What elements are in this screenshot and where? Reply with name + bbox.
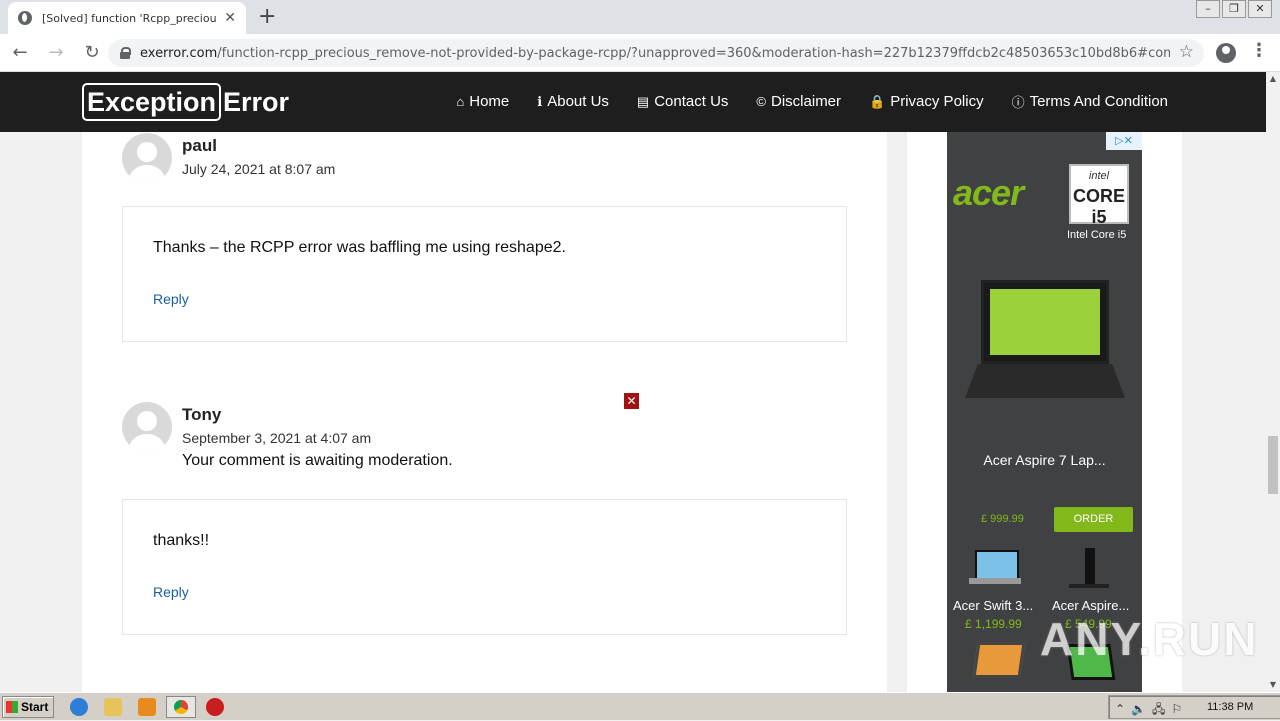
nav-disclaimer[interactable]: © Disclaimer (756, 92, 841, 111)
nav-label: Disclaimer (771, 93, 842, 110)
comment-body: thanks!! Reply (122, 499, 847, 635)
logo-box-text: Exception (82, 83, 222, 121)
comment-author[interactable]: Tony (182, 405, 221, 425)
minimize-button[interactable]: – (1196, 0, 1220, 18)
comment-date[interactable]: September 3, 2021 at 4:07 am (182, 430, 371, 446)
url-domain: exerror.com (140, 45, 218, 61)
product-item-title[interactable]: Acer Swift 3... (953, 598, 1033, 613)
nav-label: Contact Us (654, 93, 729, 110)
scroll-thumb[interactable] (1268, 436, 1278, 494)
intel-badge: intel CORE i5 (1069, 164, 1129, 227)
nav-privacy-policy[interactable]: 🔒 Privacy Policy (869, 92, 984, 111)
url-path: /function-rcpp_precious_remove-not-provi… (217, 45, 1170, 61)
url-text[interactable]: exerror.com/function-rcpp_precious_remov… (140, 46, 1170, 61)
order-button[interactable]: ORDER (1054, 507, 1133, 532)
avatar (122, 402, 172, 452)
avatar (122, 133, 172, 183)
clock[interactable]: 11:38 PM (1207, 701, 1253, 713)
product-thumb[interactable] (971, 640, 1023, 680)
lock-icon (120, 47, 131, 59)
product-item-title[interactable]: Acer Aspire... (1052, 598, 1129, 613)
nav-about-us[interactable]: ℹ About Us (537, 92, 609, 111)
start-button[interactable]: Start (2, 696, 54, 718)
nav-terms[interactable]: ⓘ Terms And Condition (1012, 92, 1168, 111)
reply-link[interactable]: Reply (153, 584, 189, 600)
logo-plain-text: Error (223, 86, 290, 117)
acer-logo: acer (953, 172, 1024, 213)
system-tray: ⌃🔈🖧⚐ 11:38 PM (1108, 695, 1280, 719)
scroll-down-icon[interactable]: ▼ (1266, 678, 1280, 692)
laptop-image[interactable] (965, 280, 1125, 400)
windows-taskbar: Start ⌃🔈🖧⚐ 11:38 PM (0, 692, 1280, 720)
comment-text: thanks!! (153, 532, 210, 549)
nav-label: Home (469, 93, 510, 110)
tray-icons[interactable]: ⌃🔈🖧⚐ (1115, 700, 1188, 721)
product-thumb[interactable] (1063, 548, 1115, 588)
intel-brand: intel (1088, 170, 1110, 182)
folder-icon[interactable] (104, 698, 122, 716)
reload-button[interactable]: ↻ (76, 42, 108, 63)
nav-label: Privacy Policy (890, 93, 984, 110)
info-circle-icon: ⓘ (1011, 95, 1025, 110)
profile-icon[interactable] (1216, 43, 1236, 63)
tab-title: [Solved] function 'Rcpp_precious_re (42, 11, 217, 25)
maximize-button[interactable]: ❐ (1222, 0, 1246, 18)
nav-label: Terms And Condition (1029, 93, 1168, 110)
product-price: £ 999.99 (981, 513, 1024, 525)
close-window-button[interactable]: ✕ (1248, 0, 1272, 18)
tab-close-icon[interactable]: ✕ (224, 10, 236, 26)
adchoices-icon[interactable]: ▷✕ (1106, 132, 1142, 150)
internet-explorer-icon[interactable] (70, 698, 88, 716)
page-scrollbar[interactable]: ▲ ▼ (1266, 72, 1280, 692)
address-bar[interactable]: exerror.com/function-rcpp_precious_remov… (108, 39, 1204, 67)
product-title[interactable]: Acer Aspire 7 Lap... (947, 452, 1142, 468)
reply-link[interactable]: Reply (153, 291, 189, 307)
contact-card-icon: ▤ (636, 93, 650, 109)
copyright-icon: © (756, 94, 767, 109)
nav-contact-us[interactable]: ▤ Contact Us (637, 92, 729, 111)
moderation-notice: Your comment is awaiting moderation. (182, 452, 453, 469)
site-logo[interactable]: Exception Error (82, 82, 289, 122)
window-controls: – ❐ ✕ (1194, 0, 1272, 18)
stop-icon[interactable] (206, 698, 224, 716)
browser-tab-active[interactable]: [Solved] function 'Rcpp_precious_re ✕ (8, 2, 246, 34)
intel-label: Intel Core i5 (1067, 229, 1127, 241)
site-nav: ⌂ Home ℹ About Us ▤ Contact Us © Disclaimer … (428, 92, 1168, 111)
comments-section: paul July 24, 2021 at 8:07 am Thanks – t… (82, 132, 887, 692)
scroll-up-icon[interactable]: ▲ (1266, 72, 1280, 86)
home-icon: ⌂ (456, 94, 465, 109)
site-header: Exception Error ⌂ Home ℹ About Us ▤ Contact… (0, 72, 1266, 132)
close-ad-icon[interactable]: ✕ (624, 393, 639, 409)
comment-author[interactable]: paul (182, 136, 217, 156)
chrome-taskbar-icon[interactable] (166, 696, 196, 718)
advertisement[interactable]: ▷✕ acer intel CORE i5 Intel Core i5 Acer… (947, 132, 1142, 692)
anyrun-watermark: ANY.RUN (1040, 613, 1259, 665)
comment-date[interactable]: July 24, 2021 at 8:07 am (182, 161, 335, 177)
back-button[interactable]: ← (4, 42, 36, 63)
browser-tab-strip: [Solved] function 'Rcpp_precious_re ✕ + … (0, 0, 1280, 34)
browser-toolbar: ← → ↻ exerror.com/function-rcpp_precious… (0, 34, 1280, 72)
bookmark-star-icon[interactable]: ☆ (1179, 42, 1194, 62)
browser-menu-icon[interactable]: ⋮ (1250, 40, 1268, 61)
forward-button[interactable]: → (40, 42, 72, 63)
product-item-price: £ 1,199.99 (965, 617, 1022, 631)
comment-body: Thanks – the RCPP error was baffling me … (122, 206, 847, 342)
media-player-icon[interactable] (138, 698, 156, 716)
product-thumb[interactable] (969, 548, 1021, 588)
comment-text: Thanks – the RCPP error was baffling me … (153, 239, 566, 256)
nav-home[interactable]: ⌂ Home (456, 92, 509, 111)
globe-icon (18, 11, 32, 25)
new-tab-button[interactable]: + (258, 4, 276, 29)
intel-chip: CORE i5 (1072, 186, 1125, 227)
nav-label: About Us (547, 93, 609, 110)
lock-icon: 🔒 (869, 93, 886, 109)
info-icon: ℹ (537, 93, 543, 109)
